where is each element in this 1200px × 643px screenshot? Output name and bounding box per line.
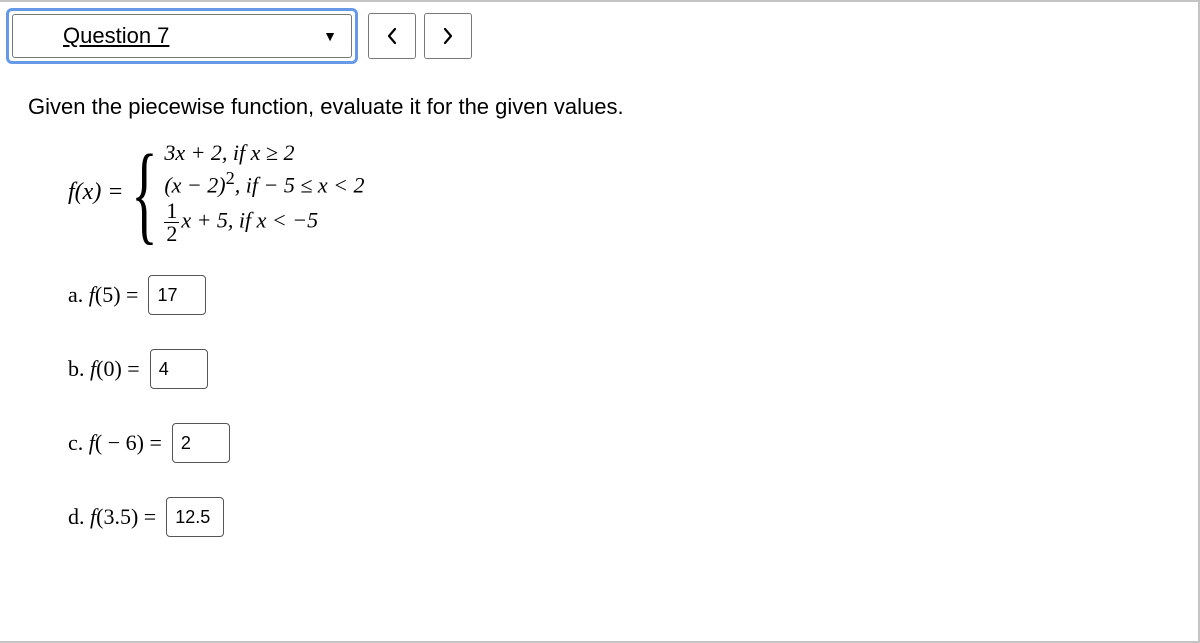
question-content: Given the piecewise function, evaluate i… [0,74,1198,537]
piecewise-definition: f(x) = { 3x + 2, if x ≥ 2 (x − 2)2, if −… [68,140,1170,245]
chevron-right-icon [441,27,455,45]
piecewise-pieces: 3x + 2, if x ≥ 2 (x − 2)2, if − 5 ≤ x < … [164,140,364,245]
piecewise-lhs: f(x) = [68,179,124,206]
answer-c: c. f( − 6) = [68,423,1170,463]
answer-d-input[interactable] [166,497,224,537]
answer-a-label: a. f(5) = [68,282,138,308]
answer-c-label: c. f( − 6) = [68,430,162,456]
chevron-down-icon: ▼ [323,28,337,44]
answer-c-input[interactable] [172,423,230,463]
next-question-button[interactable] [424,13,472,59]
nav-group [368,13,472,59]
fraction: 12 [164,200,179,245]
answer-a-input[interactable] [148,275,206,315]
answer-d: d. f(3.5) = [68,497,1170,537]
question-prompt: Given the piecewise function, evaluate i… [28,94,1170,120]
question-selector-inner[interactable]: Question 7 ▼ [12,14,352,58]
answer-b: b. f(0) = [68,349,1170,389]
answers: a. f(5) = b. f(0) = c. f( − 6) = d. f(3.… [68,275,1170,537]
piece-2: (x − 2)2, if − 5 ≤ x < 2 [164,168,364,198]
answer-b-input[interactable] [150,349,208,389]
question-selector[interactable]: Question 7 ▼ [6,8,358,64]
question-selector-label: Question 7 [63,23,169,49]
brace-icon: { [131,149,157,237]
answer-a: a. f(5) = [68,275,1170,315]
chevron-left-icon [385,27,399,45]
toolbar: Question 7 ▼ [0,2,1198,74]
answer-b-label: b. f(0) = [68,356,140,382]
piece-1: 3x + 2, if x ≥ 2 [164,140,364,166]
prev-question-button[interactable] [368,13,416,59]
piece-3: 12x + 5, if x < −5 [164,200,364,245]
answer-d-label: d. f(3.5) = [68,504,156,530]
